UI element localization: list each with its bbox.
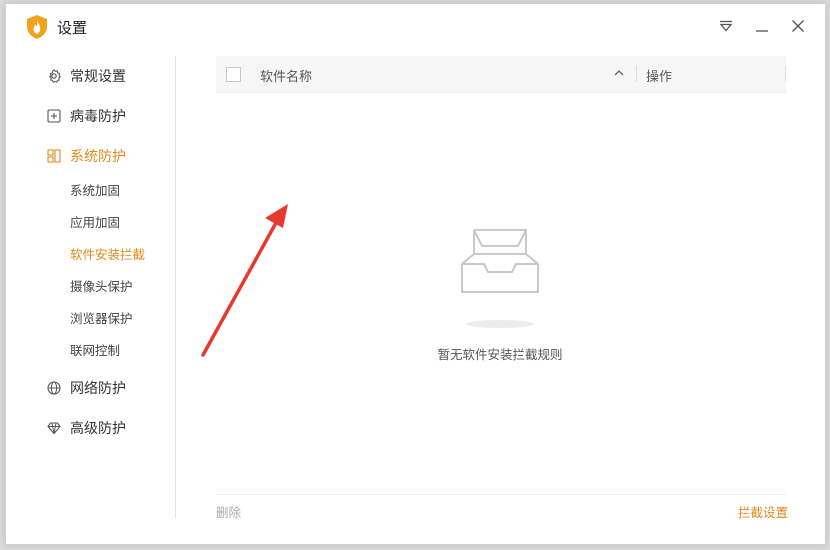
titlebar: 设置: [6, 4, 825, 48]
globe-icon: [46, 380, 62, 396]
grid-icon: [46, 148, 62, 164]
minimize-button[interactable]: [750, 14, 774, 38]
sidebar-item-label: 高级防护: [70, 421, 126, 437]
block-settings-link[interactable]: 拦截设置: [738, 502, 788, 521]
diamond-icon: [46, 420, 62, 436]
column-action: 操作: [646, 70, 673, 85]
column-divider: [785, 66, 786, 82]
sidebar-item-antivirus[interactable]: 病毒防护: [46, 104, 126, 128]
sidebar-item-label: 网络防护: [70, 381, 126, 397]
empty-state-text: 暂无软件安装拦截规则: [437, 347, 563, 362]
column-software-name[interactable]: 软件名称: [260, 66, 312, 85]
delete-button[interactable]: 删除: [216, 502, 241, 521]
subitem-app-hardening[interactable]: 应用加固: [70, 213, 120, 233]
window-title: 设置: [57, 19, 88, 37]
close-icon: [792, 20, 804, 32]
empty-inbox-icon: [461, 229, 539, 293]
subitem-browser-protection[interactable]: 浏览器保护: [70, 309, 133, 329]
sidebar-item-network-protection[interactable]: 网络防护: [46, 376, 126, 400]
subitem-install-blocking[interactable]: 软件安装拦截: [70, 245, 145, 265]
plus-box-icon: [46, 108, 62, 124]
sidebar-item-label: 常规设置: [70, 69, 126, 85]
sidebar-item-advanced-protection[interactable]: 高级防护: [46, 416, 126, 440]
app-shield-logo: [27, 15, 47, 39]
settings-window: 设置 常规设置 病毒防护 系统防护 系统加固 应用加固 软件安装拦截 摄像头保护…: [5, 3, 826, 545]
column-divider: [636, 66, 637, 82]
subitem-system-hardening[interactable]: 系统加固: [70, 181, 120, 201]
sidebar-item-label: 系统防护: [70, 149, 126, 165]
footer-divider: [216, 494, 786, 495]
minimize-icon: [756, 30, 768, 32]
empty-icon-shadow: [466, 320, 534, 328]
menu-down-button[interactable]: [714, 14, 738, 38]
sidebar-divider: [175, 56, 176, 518]
chevron-up-icon[interactable]: [612, 66, 626, 80]
subitem-network-control[interactable]: 联网控制: [70, 341, 120, 361]
sidebar-item-general[interactable]: 常规设置: [46, 64, 126, 88]
select-all-checkbox[interactable]: [226, 67, 241, 82]
close-button[interactable]: [786, 14, 810, 38]
gear-icon: [46, 68, 62, 84]
table-header: 软件名称 操作: [216, 56, 786, 93]
sidebar-item-system-protection[interactable]: 系统防护: [46, 144, 126, 168]
subitem-camera-protection[interactable]: 摄像头保护: [70, 277, 133, 297]
sidebar-item-label: 病毒防护: [70, 109, 126, 125]
menu-down-icon: [719, 20, 733, 32]
